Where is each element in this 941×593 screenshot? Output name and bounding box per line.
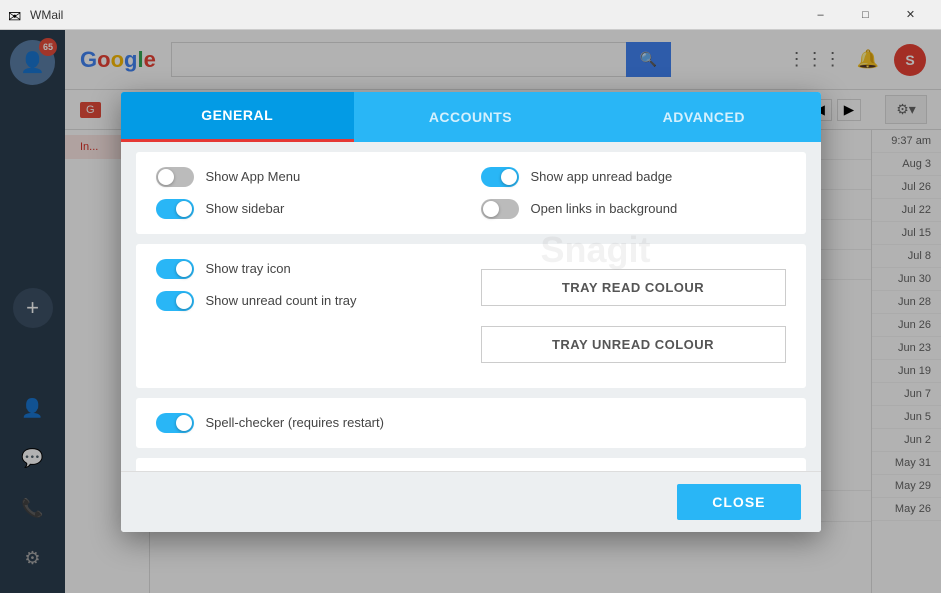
open-links-background-label: Open links in background bbox=[531, 201, 678, 216]
spell-checker-label: Spell-checker (requires restart) bbox=[206, 415, 384, 430]
maximize-button[interactable]: □ bbox=[843, 0, 888, 30]
watermark: Snagit bbox=[541, 229, 651, 271]
app-title: WMail bbox=[30, 8, 798, 22]
toggle-knob bbox=[176, 415, 192, 431]
spell-checker-section: Spell-checker (requires restart) bbox=[136, 398, 806, 448]
right-col: Show app unread badge Open links in back… bbox=[481, 167, 786, 219]
show-tray-icon-row: Show tray icon bbox=[156, 259, 461, 279]
tab-accounts[interactable]: ACCOUNTS bbox=[354, 92, 587, 142]
two-col-layout: Show App Menu Show sidebar bbox=[156, 167, 786, 219]
app-icon: ✉ bbox=[8, 7, 24, 23]
show-unread-badge-toggle[interactable] bbox=[481, 167, 519, 187]
open-links-background-toggle[interactable] bbox=[481, 199, 519, 219]
close-button[interactable]: CLOSE bbox=[677, 484, 800, 520]
show-app-menu-toggle[interactable] bbox=[156, 167, 194, 187]
left-col: Show App Menu Show sidebar bbox=[156, 167, 461, 219]
two-col-layout: Show tray icon Show unread count in tray… bbox=[156, 259, 786, 373]
app-options-section: Show App Menu Show sidebar bbox=[136, 152, 806, 234]
toggle-knob bbox=[158, 169, 174, 185]
show-sidebar-label: Show sidebar bbox=[206, 201, 285, 216]
show-unread-count-tray-label: Show unread count in tray bbox=[206, 293, 357, 308]
show-unread-count-tray-row: Show unread count in tray bbox=[156, 291, 461, 311]
open-links-background-row: Open links in background bbox=[481, 199, 786, 219]
notifications-section: Show new mail notifications bbox=[136, 458, 806, 471]
show-unread-badge-label: Show app unread badge bbox=[531, 169, 673, 184]
modal-footer: CLOSE bbox=[121, 471, 821, 532]
toggle-knob bbox=[176, 201, 192, 217]
window-close-button[interactable]: ✕ bbox=[888, 0, 933, 30]
left-col: Show tray icon Show unread count in tray bbox=[156, 259, 461, 373]
minimize-button[interactable]: – bbox=[798, 0, 843, 30]
settings-modal: GENERAL ACCOUNTS ADVANCED Show App Menu bbox=[121, 92, 821, 532]
tab-advanced[interactable]: ADVANCED bbox=[587, 92, 820, 142]
window-controls: – □ ✕ bbox=[798, 0, 933, 30]
modal-body: Show App Menu Show sidebar bbox=[121, 142, 821, 471]
tray-read-colour-button[interactable]: TRAY READ COLOUR bbox=[481, 269, 786, 306]
spell-checker-row: Spell-checker (requires restart) bbox=[156, 413, 786, 433]
show-app-menu-label: Show App Menu bbox=[206, 169, 301, 184]
show-sidebar-toggle[interactable] bbox=[156, 199, 194, 219]
toggle-knob bbox=[176, 261, 192, 277]
tray-options-section: Show tray icon Show unread count in tray… bbox=[136, 244, 806, 388]
modal-overlay: GENERAL ACCOUNTS ADVANCED Show App Menu bbox=[0, 30, 941, 593]
toggle-knob bbox=[501, 169, 517, 185]
modal-tabs: GENERAL ACCOUNTS ADVANCED bbox=[121, 92, 821, 142]
show-sidebar-row: Show sidebar bbox=[156, 199, 461, 219]
show-app-menu-row: Show App Menu bbox=[156, 167, 461, 187]
show-tray-icon-label: Show tray icon bbox=[206, 261, 291, 276]
tray-unread-colour-button[interactable]: TRAY UNREAD COLOUR bbox=[481, 326, 786, 363]
toggle-knob bbox=[176, 293, 192, 309]
tab-general[interactable]: GENERAL bbox=[121, 92, 354, 142]
show-tray-icon-toggle[interactable] bbox=[156, 259, 194, 279]
show-unread-badge-row: Show app unread badge bbox=[481, 167, 786, 187]
spell-checker-toggle[interactable] bbox=[156, 413, 194, 433]
toggle-knob bbox=[483, 201, 499, 217]
show-unread-count-tray-toggle[interactable] bbox=[156, 291, 194, 311]
title-bar: ✉ WMail – □ ✕ bbox=[0, 0, 941, 30]
right-col: Snagit TRAY READ COLOUR TRAY UNREAD COLO… bbox=[481, 259, 786, 373]
